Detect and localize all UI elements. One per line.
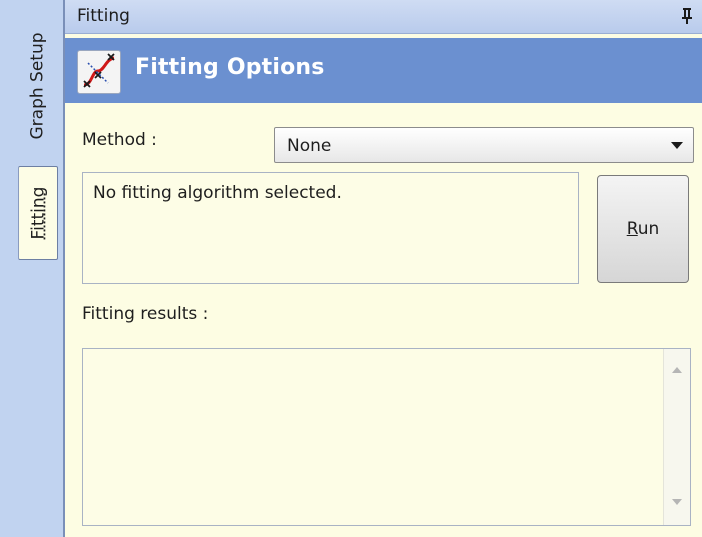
results-scrollbar[interactable] [663, 349, 690, 525]
fitting-options-header: Fitting Options [65, 38, 702, 103]
fitting-message-text: No fitting algorithm selected. [93, 183, 342, 203]
pin-icon[interactable] [680, 6, 694, 26]
chevron-down-icon[interactable] [671, 142, 683, 149]
fitting-results-textarea[interactable] [82, 348, 691, 526]
run-button[interactable]: Run [597, 175, 689, 283]
tab-graph-setup-label: Graph Setup [28, 32, 48, 140]
fitting-options-title: Fitting Options [135, 55, 325, 80]
panel-titlebar: Fitting [65, 0, 702, 34]
panel-title: Fitting [77, 6, 130, 26]
run-button-label: Run [626, 219, 660, 239]
method-dropdown[interactable]: None [274, 127, 694, 163]
method-selected-value: None [287, 136, 332, 156]
scroll-down-icon[interactable] [672, 499, 682, 505]
curve-fit-icon [77, 50, 121, 94]
fitting-message-box: No fitting algorithm selected. [82, 172, 579, 284]
method-label: Method : [82, 130, 157, 150]
fitting-panel: Fitting Fitting Options Method : None No… [65, 0, 702, 537]
tab-fitting[interactable]: Fitting [18, 166, 58, 260]
side-tab-strip: Graph Setup Fitting [0, 0, 64, 537]
scroll-up-icon[interactable] [672, 367, 682, 373]
fitting-results-label: Fitting results : [82, 304, 209, 324]
tab-fitting-label: Fitting [28, 186, 49, 240]
tab-graph-setup[interactable]: Graph Setup [18, 12, 58, 160]
